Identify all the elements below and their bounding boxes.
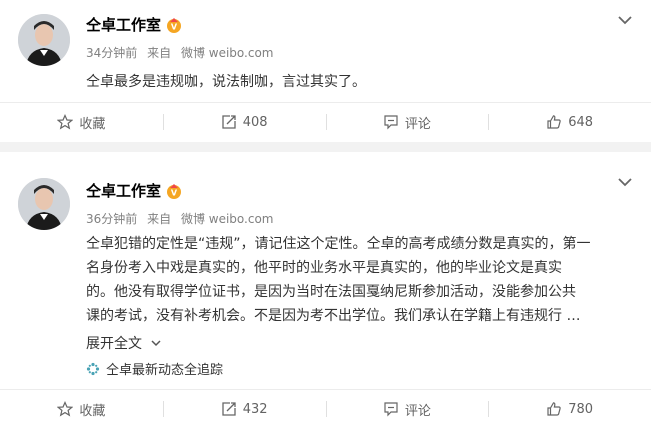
chevron-down-icon	[151, 340, 161, 347]
like-button[interactable]: 648	[488, 102, 651, 142]
post-text-line: 仝卓犯错的定性是“违规”，请记住这个定性。仝卓的高考成绩分数是真实的，第一	[86, 236, 591, 252]
action-bar: 收藏 432 评论 780	[0, 389, 651, 429]
expand-label: 展开全文	[86, 336, 142, 352]
like-count: 780	[568, 401, 594, 417]
chevron-down-icon[interactable]	[617, 174, 633, 190]
topic-tag-label: 仝卓最新动态全追踪	[106, 363, 224, 378]
favorite-label: 收藏	[79, 403, 106, 419]
via-prefix: 来自	[147, 212, 172, 226]
post-time[interactable]: 36分钟前	[86, 212, 137, 226]
favorite-button[interactable]: 收藏	[0, 102, 163, 142]
author-name-text[interactable]: 仝卓工作室	[86, 14, 161, 35]
post-meta: 34分钟前 来自 微博 weibo.com	[86, 44, 280, 61]
chevron-down-icon[interactable]	[617, 12, 633, 28]
post-text-line: 名身份考入中戏是真实的，他平时的业务水平是真实的，他的毕业论文是真实	[86, 260, 562, 276]
expand-full-text-link[interactable]: 展开全文	[86, 333, 162, 353]
avatar[interactable]	[18, 178, 70, 230]
comment-button[interactable]: 评论	[325, 389, 489, 429]
post-text: 仝卓犯错的定性是“违规”，请记住这个定性。仝卓的高考成绩分数是真实的，第一 名身…	[86, 232, 628, 328]
author-name-text[interactable]: 仝卓工作室	[86, 180, 161, 201]
like-button[interactable]: 780	[488, 389, 651, 429]
sparkle-icon	[86, 362, 100, 375]
action-bar: 收藏 408 评论 648	[0, 102, 651, 142]
repost-button[interactable]: 408	[162, 102, 326, 142]
like-count: 648	[568, 114, 594, 130]
favorite-label: 收藏	[79, 116, 106, 132]
comment-button[interactable]: 评论	[325, 102, 489, 142]
comment-icon	[384, 402, 398, 417]
svg-text:V: V	[171, 188, 178, 197]
repost-count: 432	[242, 401, 268, 417]
comment-icon	[384, 115, 398, 130]
repost-count: 408	[242, 114, 268, 130]
post-text-line: 课的考试，没有补考机会。不是因为考不出学位。我们承认在学籍上有违规行 …	[86, 308, 581, 324]
post-text: 仝卓最多是违规咖，说法制咖，言过其实了。	[86, 74, 366, 90]
via-source[interactable]: 微博 weibo.com	[181, 212, 274, 226]
star-icon	[57, 401, 74, 417]
vip-badge-icon: V	[167, 17, 182, 33]
favorite-button[interactable]: 收藏	[0, 389, 163, 429]
repost-icon	[222, 115, 236, 129]
like-icon	[547, 115, 561, 129]
via-prefix: 来自	[147, 46, 172, 60]
like-icon	[547, 402, 561, 416]
repost-button[interactable]: 432	[162, 389, 326, 429]
comment-label: 评论	[404, 403, 431, 419]
vip-badge-icon: V	[167, 183, 182, 199]
author-name[interactable]: 仝卓工作室 V	[86, 180, 183, 201]
post-card: 仝卓工作室 V 34分钟前 来自 微博 weibo.com 仝卓最多是违规咖，说…	[0, 0, 651, 142]
post-meta: 36分钟前 来自 微博 weibo.com	[86, 210, 280, 227]
star-icon	[57, 114, 74, 130]
post-text-line: 的。他没有取得学位证书，是因为当时在法国戛纳尼斯参加活动，没能参加公共	[86, 284, 576, 300]
post-time[interactable]: 34分钟前	[86, 46, 137, 60]
comment-label: 评论	[404, 116, 431, 132]
via-source[interactable]: 微博 weibo.com	[181, 46, 274, 60]
author-name[interactable]: 仝卓工作室 V	[86, 14, 183, 35]
repost-icon	[222, 402, 236, 416]
topic-tag-link[interactable]: 仝卓最新动态全追踪	[86, 359, 223, 378]
post-card: 仝卓工作室 V 36分钟前 来自 微博 weibo.com 仝卓犯错的定性是“违…	[0, 152, 651, 432]
svg-text:V: V	[171, 22, 178, 31]
avatar[interactable]	[18, 14, 70, 66]
